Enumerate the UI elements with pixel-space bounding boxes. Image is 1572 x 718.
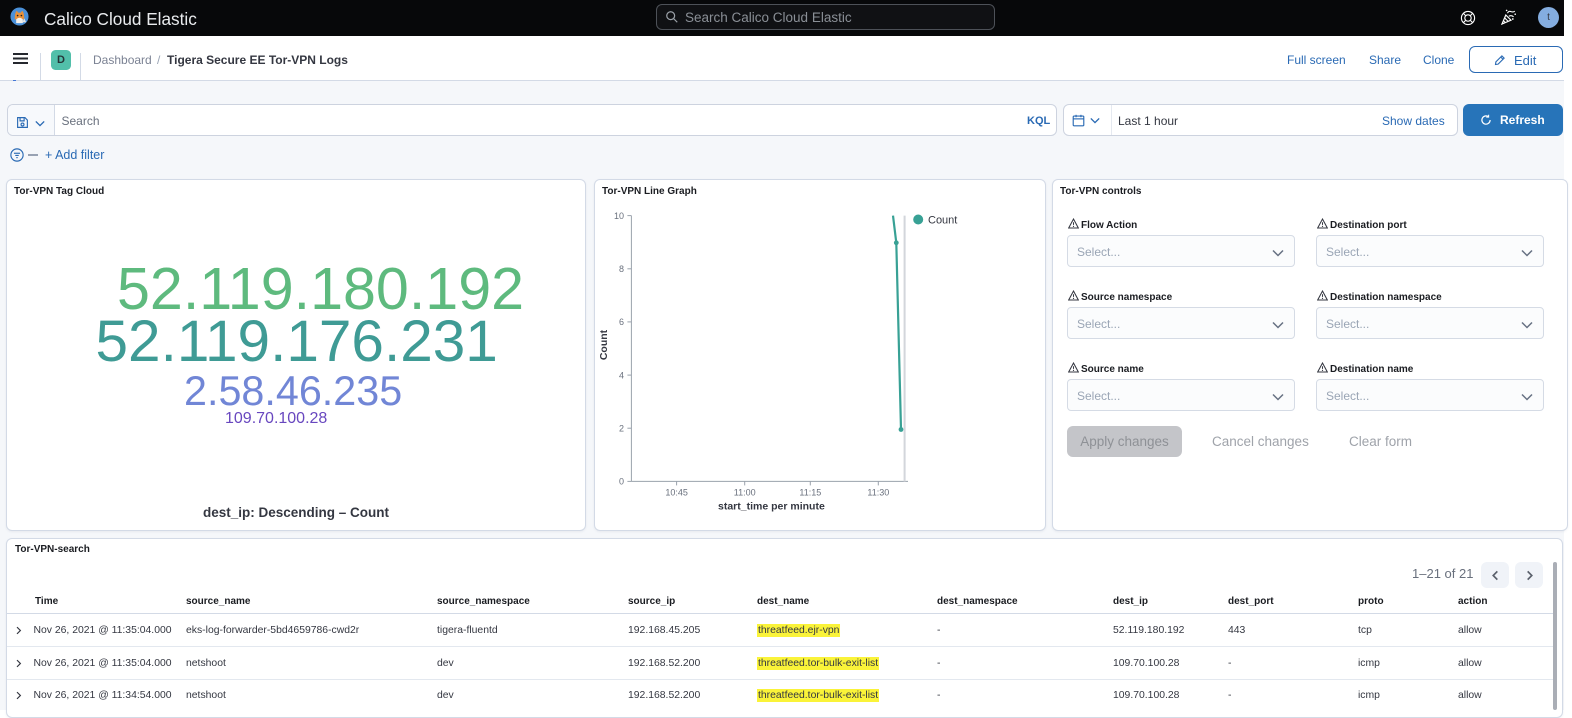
svg-text:0: 0 — [619, 477, 624, 487]
svg-text:8: 8 — [619, 264, 624, 274]
svg-text:4: 4 — [619, 370, 624, 380]
svg-text:10:45: 10:45 — [665, 488, 688, 498]
svg-text:11:30: 11:30 — [867, 488, 889, 498]
svg-text:10: 10 — [614, 211, 624, 221]
svg-text:start_time per minute: start_time per minute — [718, 501, 825, 513]
svg-text:11:00: 11:00 — [734, 488, 756, 498]
svg-text:Count: Count — [928, 214, 957, 226]
svg-text:11:15: 11:15 — [799, 488, 821, 498]
svg-text:6: 6 — [619, 317, 624, 327]
svg-text:Count: Count — [598, 329, 610, 360]
svg-text:2: 2 — [619, 423, 624, 433]
